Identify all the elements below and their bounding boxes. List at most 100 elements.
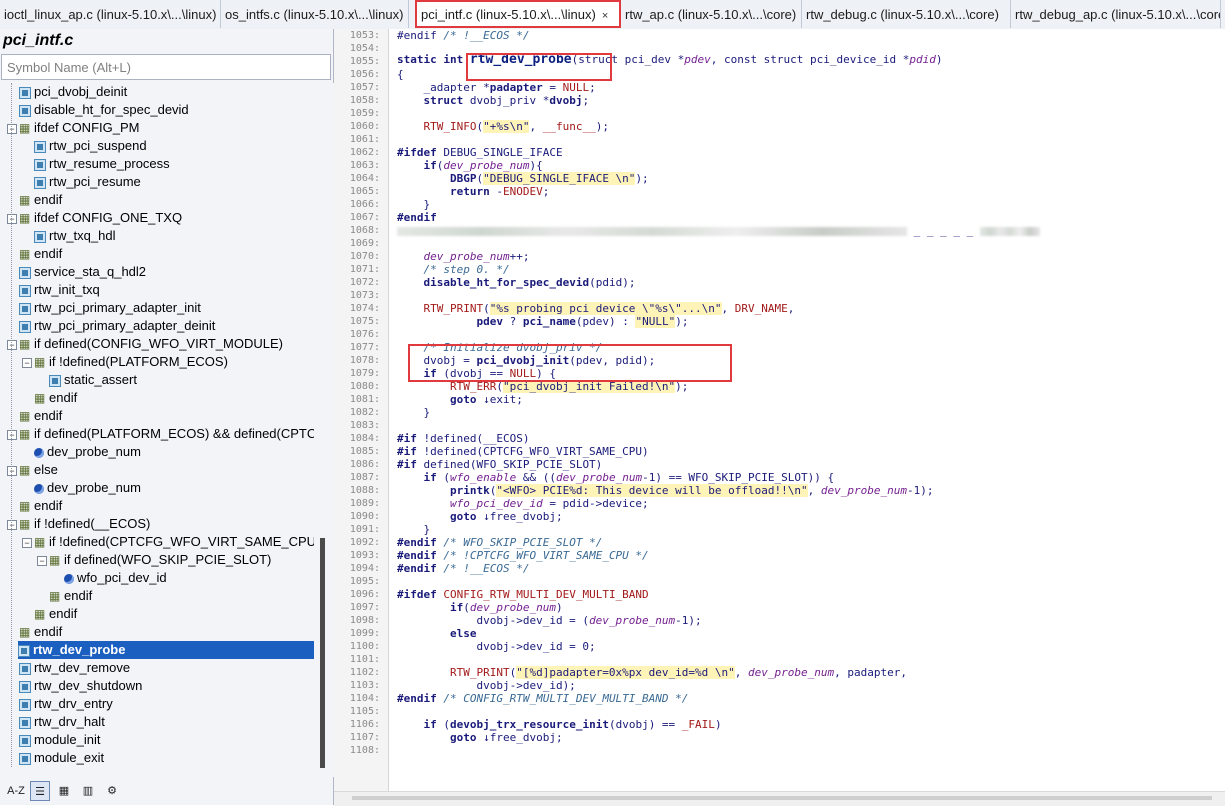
symbol-item[interactable]: endif <box>7 191 62 209</box>
tab-pci-intf-c[interactable]: pci_intf.c (linux-5.10.x\...\linux) × <box>415 0 621 28</box>
code-token: #ifdef <box>397 146 437 159</box>
symbol-item[interactable]: − if defined(PLATFORM_ECOS) && defined(CP… <box>7 425 314 443</box>
code-line: #if !defined(CPTCFG_WFO_VIRT_SAME_CPU) <box>397 445 649 458</box>
line-number: 1059: <box>349 108 380 119</box>
tab-label: rtw_ap.c (linux-5.10.x\...\core) <box>625 7 797 22</box>
symbol-item[interactable]: wfo_pci_dev_id <box>52 569 167 587</box>
symbol-item[interactable]: rtw_pci_primary_adapter_deinit <box>7 317 215 335</box>
symbol-item[interactable]: endif <box>37 587 92 605</box>
code-token: !defined(CPTCFG_WFO_VIRT_SAME_CPU) <box>416 445 649 458</box>
category-view-button[interactable]: ▦ <box>54 781 74 801</box>
symbol-item[interactable]: endif <box>22 389 77 407</box>
symbol-item[interactable]: disable_ht_for_spec_devid <box>7 101 189 119</box>
line-number: 1056: <box>349 69 380 80</box>
symbol-item[interactable]: service_sta_q_hdl2 <box>7 263 146 281</box>
tab-label: rtw_debug.c (linux-5.10.x\...\core) <box>806 7 999 22</box>
tab-rtw-debug-ap-c[interactable]: rtw_debug_ap.c (linux-5.10.x\...\core) <box>1011 0 1221 28</box>
list-view-button[interactable]: ☰ <box>30 781 50 801</box>
symbol-item[interactable]: endif <box>7 245 62 263</box>
symbol-item[interactable]: − ifdef CONFIG_PM <box>7 119 139 137</box>
symbol-search-input[interactable] <box>1 54 331 80</box>
symbol-item[interactable]: rtw_drv_entry <box>7 695 113 713</box>
tab-ioctl-linux-ap-c[interactable]: ioctl_linux_ap.c (linux-5.10.x\...\linux… <box>0 0 221 28</box>
code-token: ↓free_dvobj; <box>476 731 563 744</box>
symbol-item[interactable]: rtw_resume_process <box>22 155 170 173</box>
collapse-toggle-icon[interactable]: − <box>7 465 17 476</box>
symbol-item[interactable]: dev_probe_num <box>22 443 141 461</box>
code-token: goto <box>449 510 477 523</box>
gear-icon-button[interactable]: ⚙ <box>102 781 122 801</box>
line-number: 1102: <box>349 667 380 678</box>
close-icon[interactable]: × <box>602 10 608 22</box>
symbol-item[interactable]: − ifdef CONFIG_ONE_TXQ <box>7 209 182 227</box>
code-token: pdid <box>909 53 936 66</box>
symbol-item[interactable]: static_assert <box>37 371 137 389</box>
code-line: } <box>397 406 430 419</box>
collapse-toggle-icon[interactable]: − <box>22 537 32 548</box>
tab-os-intfs-c[interactable]: os_intfs.c (linux-5.10.x\...\linux) <box>221 0 409 28</box>
line-number: 1054: <box>349 43 380 54</box>
code-token: #if <box>397 458 417 471</box>
symbol-item[interactable]: rtw_txq_hdl <box>22 227 115 245</box>
symbol-item[interactable]: dev_probe_num <box>22 479 141 497</box>
collapse-toggle-icon[interactable]: − <box>7 429 17 440</box>
tab-rtw-ap-c[interactable]: rtw_ap.c (linux-5.10.x\...\core) <box>621 0 802 28</box>
symbol-item[interactable]: rtw_dev_remove <box>7 659 130 677</box>
sort-az-button[interactable]: A-Z <box>6 781 26 801</box>
collapse-toggle-icon[interactable]: − <box>7 123 17 134</box>
symbol-list-scrollbar[interactable] <box>314 83 334 777</box>
symbol-item[interactable]: endif <box>7 407 62 425</box>
code-token: goto <box>449 731 477 744</box>
symbol-item[interactable]: rtw_pci_resume <box>22 173 141 191</box>
collapse-toggle-icon[interactable]: − <box>37 555 47 566</box>
scrollbar-thumb[interactable] <box>320 538 325 768</box>
symbol-item[interactable]: rtw_pci_suspend <box>22 137 147 155</box>
symbol-item[interactable]: rtw_drv_halt <box>7 713 105 731</box>
tab-label: ioctl_linux_ap.c (linux-5.10.x\...\linux… <box>4 7 217 22</box>
symbol-item[interactable]: − else <box>7 461 58 479</box>
collapse-toggle-icon[interactable]: − <box>7 213 17 224</box>
code-token: #endif <box>397 536 437 549</box>
editor-horizontal-scrollbar[interactable] <box>334 791 1225 806</box>
symbol-item[interactable]: endif <box>7 623 62 641</box>
symbol-item[interactable]: pci_dvobj_deinit <box>7 83 127 101</box>
code-token: !defined(__ECOS) <box>416 432 530 445</box>
code-line: RTW_INFO("+%s\n", __func__); <box>397 120 609 133</box>
symbol-item[interactable]: − if defined(CONFIG_WFO_VIRT_MODULE) <box>7 335 283 353</box>
function-icon <box>19 104 31 117</box>
symbol-item[interactable]: rtw_dev_probe <box>18 641 314 659</box>
symbol-item[interactable]: module_init <box>7 731 101 749</box>
tab-rtw-debug-c[interactable]: rtw_debug.c (linux-5.10.x\...\core) <box>802 0 1011 28</box>
scrollbar-thumb[interactable] <box>352 796 1212 800</box>
symbol-item[interactable]: − if defined(WFO_SKIP_PCIE_SLOT) <box>37 551 271 569</box>
line-number: 1068: <box>349 225 380 236</box>
symbol-label: if !defined(CPTCFG_WFO_VIRT_SAME_CPU) <box>49 534 314 549</box>
line-number: 1104: <box>349 693 380 704</box>
symbol-item[interactable]: rtw_dev_shutdown <box>7 677 142 695</box>
function-icon <box>34 158 46 171</box>
function-icon <box>34 140 46 153</box>
symbol-label: disable_ht_for_spec_devid <box>34 102 189 117</box>
code-line: if(dev_probe_num){ <box>397 159 543 172</box>
code-line: } <box>397 523 430 536</box>
symbol-item[interactable]: − if !defined(PLATFORM_ECOS) <box>22 353 228 371</box>
symbol-item[interactable]: rtw_init_txq <box>7 281 100 299</box>
symbol-item[interactable]: − if !defined(CPTCFG_WFO_VIRT_SAME_CPU) <box>22 533 314 551</box>
symbol-item[interactable]: rtw_pci_primary_adapter_init <box>7 299 201 317</box>
symbol-item[interactable]: − if !defined(__ECOS) <box>7 515 150 533</box>
code-editor[interactable]: 1053: 1054: 1055: 1056: 1057: 1058: 1059: 1060:… <box>334 29 1225 791</box>
collapse-toggle-icon[interactable]: − <box>7 519 17 530</box>
code-token: dvobj <box>549 94 583 107</box>
redacted-blur <box>397 226 907 236</box>
book-icon-button[interactable]: ▥ <box>78 781 98 801</box>
collapse-toggle-icon[interactable]: − <box>22 357 32 368</box>
symbol-item[interactable]: endif <box>7 497 62 515</box>
collapse-toggle-icon[interactable]: − <box>7 339 17 350</box>
symbol-item[interactable]: endif <box>22 605 77 623</box>
code-token: } <box>397 406 431 419</box>
symbol-item[interactable]: module_exit <box>7 749 104 767</box>
